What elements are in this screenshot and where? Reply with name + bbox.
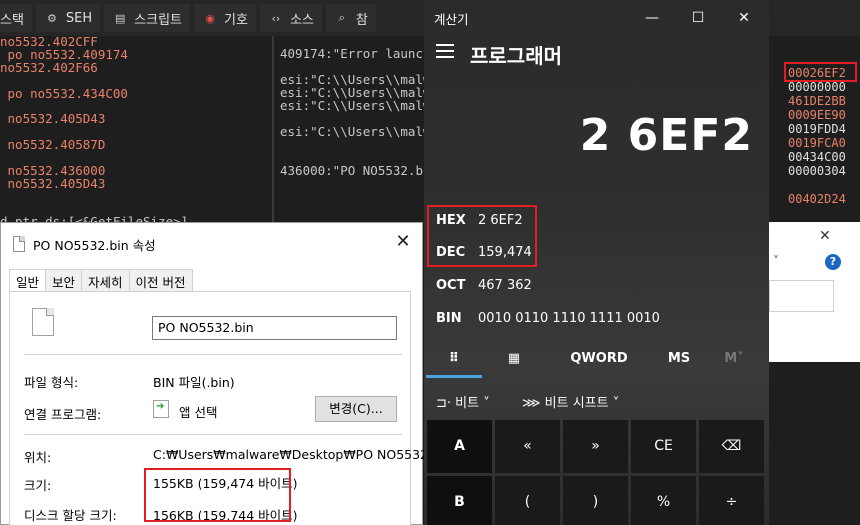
bitshift-dropdown[interactable]: ⋙ 비트 시프트 ˅: [522, 392, 619, 411]
key-divide[interactable]: ÷: [699, 476, 764, 525]
bitshift-icon: ⋙: [522, 396, 541, 411]
key-b[interactable]: B: [427, 476, 492, 525]
tab-references[interactable]: ⌕ 참: [325, 4, 376, 32]
tab-symbols[interactable]: ◉ 기호: [194, 4, 256, 32]
disasm-line: po no5532.434C00: [0, 86, 128, 101]
input-box[interactable]: [769, 280, 834, 312]
disasm-line: no5532.40587D: [0, 137, 106, 152]
key-percent[interactable]: %: [631, 476, 696, 525]
chevron-down-icon[interactable]: ˅: [773, 254, 779, 268]
close-icon[interactable]: ✕: [734, 8, 754, 28]
tab-previous-versions[interactable]: 이전 버전: [128, 269, 193, 291]
stack-value: 0009EE90: [788, 108, 846, 122]
bit-toggle-keypad-icon[interactable]: ▦: [494, 344, 534, 378]
properties-dialog: PO NO5532.bin 속성 ✕ 일반 보안 자세히 이전 버전 PO NO…: [0, 222, 443, 525]
file-icon: [32, 308, 54, 336]
filename-field[interactable]: PO NO5532.bin: [152, 316, 397, 340]
close-icon[interactable]: ✕: [394, 233, 412, 251]
background-dialog: ✕ ˅ ?: [768, 222, 860, 362]
help-icon[interactable]: ?: [825, 254, 841, 270]
result-display: 2 6EF2: [579, 110, 753, 161]
file-icon: [13, 236, 25, 252]
change-button[interactable]: 변경(C)...: [315, 396, 397, 422]
general-panel: PO NO5532.bin 파일 형식: BIN 파일(.bin) 연결 프로그…: [9, 291, 443, 525]
bitwise-icon: ⊐·: [436, 396, 452, 411]
search-icon: ⌕: [338, 11, 345, 24]
minimize-icon[interactable]: —: [642, 8, 662, 28]
disasm-line: no5532.402F66: [0, 60, 98, 75]
divider: [24, 434, 402, 435]
disasm-line: no5532.405D43: [0, 176, 106, 191]
bit-operations-row: ⊐· 비트 ˅ ⋙ 비트 시프트 ˅: [424, 388, 769, 414]
key-a[interactable]: A: [427, 420, 492, 473]
properties-tabs: 일반 보안 자세히 이전 버전: [9, 269, 193, 292]
full-keypad-icon[interactable]: ⠿: [426, 344, 482, 378]
disasm-line: no5532.405D43: [0, 111, 106, 126]
source-icon: ‹›: [271, 11, 281, 25]
app-icon: [153, 400, 169, 418]
highlight-box: [427, 205, 537, 267]
comment-line: esi:"C:\\Users\\malware: [280, 98, 426, 113]
stack-value: 00000000: [788, 80, 846, 94]
memory-store-button[interactable]: MS: [656, 344, 702, 378]
tab-general[interactable]: 일반: [9, 269, 47, 292]
calculator-titlebar: 계산기: [424, 0, 769, 36]
key-open-paren[interactable]: (: [495, 476, 560, 525]
stack-value: 00000304: [788, 164, 846, 178]
tab-seh[interactable]: ⚙ SEH: [35, 4, 101, 32]
disk-size-label: 디스크 할당 크기:: [24, 508, 117, 523]
memory-recall-button[interactable]: M˅: [714, 344, 754, 378]
base-row-oct[interactable]: OCT 467 362: [436, 278, 532, 293]
tab-details[interactable]: 자세히: [81, 269, 130, 291]
stack-value: 00402D24: [788, 192, 846, 206]
divider: [24, 354, 402, 355]
close-icon[interactable]: ✕: [819, 228, 831, 244]
stack-value: 461DE2BB: [788, 94, 846, 108]
comment-pane: 409174:"Error launching esi:"C:\\Users\\…: [274, 36, 426, 226]
gear-icon: ⚙: [46, 11, 57, 25]
key-close-paren[interactable]: ): [563, 476, 628, 525]
comment-line: 409174:"Error launching: [280, 46, 426, 61]
keypad-mode-bar: ⠿ ▦ QWORD MS M˅: [424, 344, 769, 378]
key-rotate-left[interactable]: «: [495, 420, 560, 473]
highlight-box: [144, 468, 291, 522]
calculator-title: 계산기: [434, 11, 469, 27]
tab-stack[interactable]: 스택: [0, 4, 32, 32]
location-value: C:₩Users₩malware₩Desktop₩PO NO5532.bi: [153, 447, 444, 462]
script-icon: ▤: [114, 11, 126, 25]
file-type-label: 파일 형식:: [24, 375, 79, 390]
word-size-button[interactable]: QWORD: [564, 344, 634, 378]
open-with-label: 연결 프로그램:: [24, 407, 102, 422]
key-clear-entry[interactable]: CE: [631, 420, 696, 473]
stack-value: 00434C00: [788, 150, 846, 164]
menu-icon[interactable]: [436, 44, 454, 60]
dialog-titlebar: PO NO5532.bin 속성: [1, 223, 422, 265]
tab-source[interactable]: ‹› 소스: [259, 4, 322, 32]
calculator-window: 계산기 — ☐ ✕ 프로그래머 2 6EF2 HEX 2 6EF2 DEC 159,…: [424, 0, 769, 525]
size-label: 크기:: [24, 478, 52, 493]
key-rotate-right[interactable]: »: [563, 420, 628, 473]
bitwise-dropdown[interactable]: ⊐· 비트 ˅: [436, 392, 490, 411]
mode-title: 프로그래머: [470, 44, 562, 68]
comment-line: esi:"C:\\Users\\malware: [280, 124, 426, 139]
symbol-icon: ◉: [205, 11, 215, 25]
open-with-value: 앱 선택: [179, 405, 218, 420]
disassembly-pane: no5532.402CFF po no5532.409174 no5532.40…: [0, 34, 272, 229]
stack-value: 0019FCA0: [788, 136, 846, 150]
stack-value: 0019FDD4: [788, 122, 846, 136]
base-row-bin[interactable]: BIN 0010 0110 1110 1111 0010: [436, 311, 660, 326]
comment-line: 436000:"PO NO5532.bin": [280, 163, 426, 178]
file-type-value: BIN 파일(.bin): [153, 375, 235, 390]
tab-script[interactable]: ▤ 스크립트: [104, 4, 191, 32]
highlight-box: [784, 62, 857, 82]
maximize-icon[interactable]: ☐: [688, 8, 708, 28]
location-label: 위치:: [24, 450, 52, 465]
tab-security[interactable]: 보안: [45, 269, 83, 291]
dialog-title: PO NO5532.bin 속성: [33, 237, 156, 253]
backspace-icon[interactable]: ⌫: [699, 420, 764, 473]
